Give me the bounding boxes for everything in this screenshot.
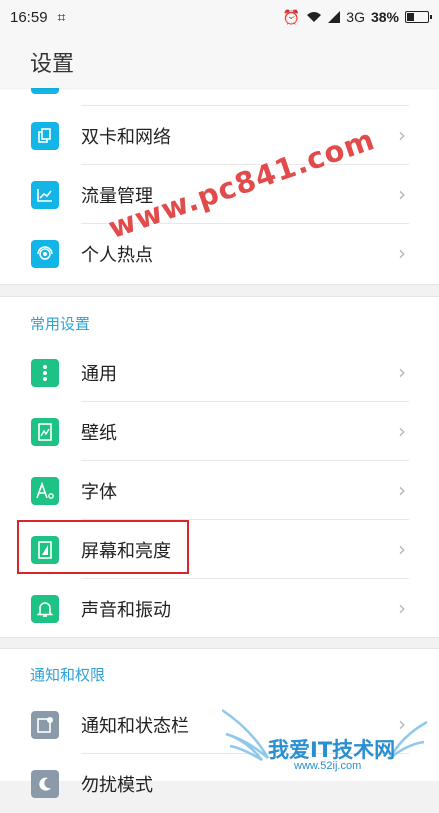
settings-item-label: 通用: [81, 364, 117, 385]
chevron-right-icon: ›: [398, 123, 406, 147]
chevron-right-icon: ›: [398, 360, 406, 384]
moon-icon: [31, 770, 59, 798]
partial-icon: [31, 88, 59, 94]
alarm-icon: ⏰: [282, 8, 301, 25]
page-title: 设置: [30, 52, 75, 77]
section-title: 通知和权限: [30, 666, 106, 684]
signal-icon: [328, 11, 341, 23]
settings-item-wallpaper[interactable]: 壁纸 ›: [0, 402, 439, 461]
settings-item-font[interactable]: 字体 ›: [0, 461, 439, 520]
settings-item-label: 个人热点: [81, 245, 153, 266]
wifi-icon: [307, 12, 322, 22]
notification-icon: [31, 711, 59, 739]
font-icon: [31, 477, 59, 505]
battery-fill: [407, 13, 414, 21]
wallpaper-icon: [31, 418, 59, 446]
screenshot-icon: ⌗: [57, 8, 66, 25]
sim-card-icon: [31, 122, 59, 150]
settings-item-sound-vibration[interactable]: 声音和振动 ›: [0, 579, 439, 638]
chevron-right-icon: ›: [398, 596, 406, 620]
chevron-right-icon: ›: [398, 241, 406, 265]
battery-percent: 38%: [370, 9, 399, 25]
settings-item-label: 勿扰模式: [81, 775, 153, 796]
battery-icon: [405, 11, 432, 23]
settings-header: 设置: [0, 34, 439, 88]
chevron-right-icon: ›: [398, 537, 406, 561]
settings-item-hotspot[interactable]: 个人热点 ›: [0, 224, 439, 283]
status-time: 16:59: [10, 8, 48, 26]
network-type: 3G: [346, 9, 365, 25]
more-vertical-icon: [31, 359, 59, 387]
status-bar: 16:59 ⌗ ⏰ 3G 38%: [0, 0, 439, 34]
chevron-right-icon: ›: [398, 182, 406, 206]
settings-item-label: 通知和状态栏: [81, 716, 189, 737]
settings-item-label: 字体: [81, 482, 117, 503]
bell-icon: [31, 595, 59, 623]
hotspot-icon: [31, 240, 59, 268]
chevron-right-icon: ›: [398, 478, 406, 502]
settings-item-label: 双卡和网络: [81, 127, 171, 148]
settings-item-label: 声音和振动: [81, 600, 171, 621]
site-logo: 我爱IT技术网 www.52ij.com: [222, 700, 432, 780]
status-icons: ⏰ 3G 38%: [282, 0, 432, 34]
highlight-box: [17, 520, 189, 574]
common-settings-group: 常用设置 通用 › 壁纸 › 字体 › 屏幕和亮度 › 声音和振动 ›: [0, 296, 439, 638]
logo-url: www.52ij.com: [294, 760, 362, 772]
settings-item-label: 壁纸: [81, 423, 117, 444]
chart-icon: [31, 181, 59, 209]
settings-item-general[interactable]: 通用 ›: [0, 343, 439, 402]
chevron-right-icon: ›: [398, 419, 406, 443]
section-title: 常用设置: [30, 315, 91, 333]
